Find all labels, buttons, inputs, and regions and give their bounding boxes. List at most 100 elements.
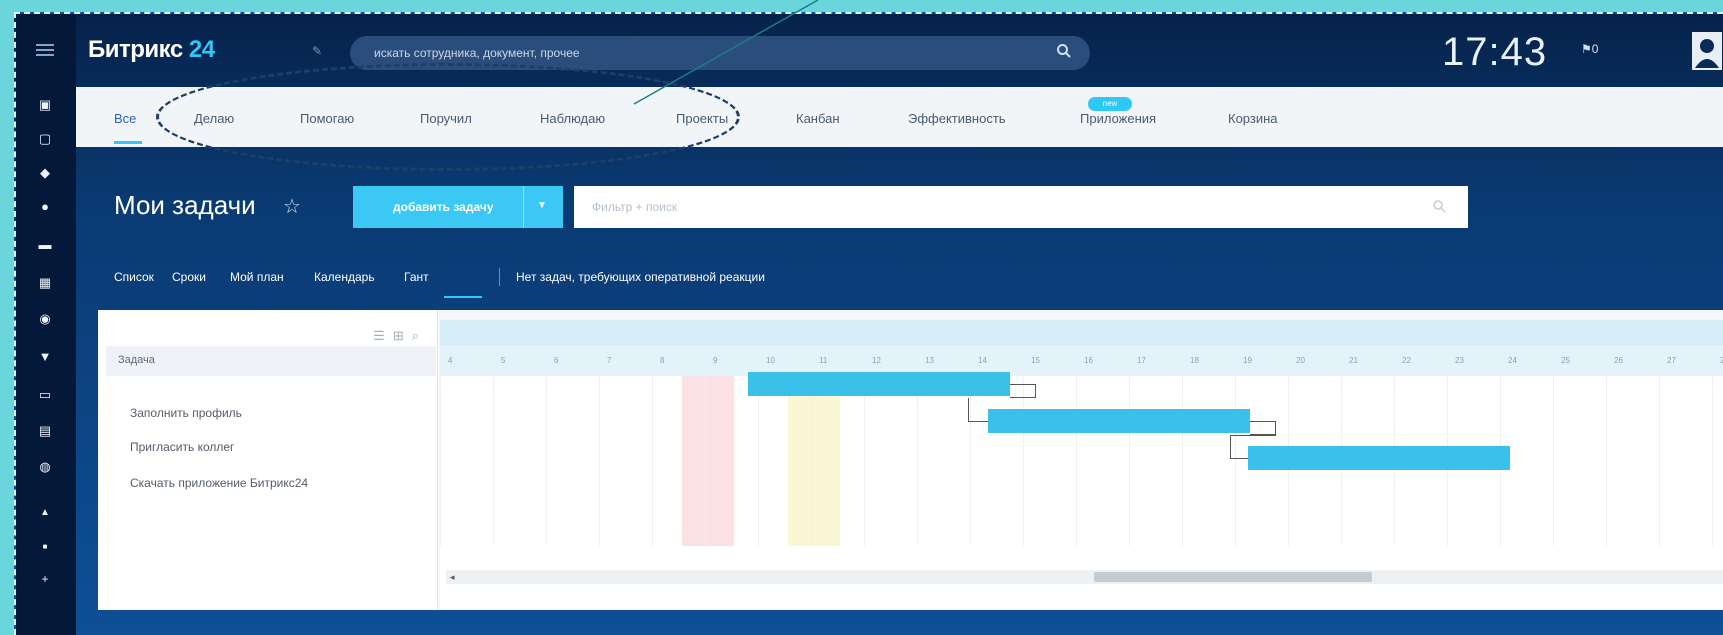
- filter-icon[interactable]: ▼: [37, 350, 53, 364]
- view-divider: [499, 268, 500, 286]
- day-label: 24: [1508, 356, 1517, 365]
- chevron-down-icon[interactable]: ▼: [537, 200, 547, 211]
- add-task-button[interactable]: добавить задачу ▼: [353, 186, 563, 228]
- dependency-link: [1230, 435, 1276, 436]
- logo-number: 24: [188, 36, 215, 63]
- calendar-icon[interactable]: ▦: [37, 276, 53, 290]
- view-my-plan[interactable]: Мой план: [230, 270, 284, 284]
- notifications-count: 0: [1591, 42, 1599, 56]
- dependency-link: [1230, 435, 1248, 459]
- disk-icon[interactable]: ▬: [37, 238, 53, 252]
- gantt-timeline: 4 5 6 7 8 9 10 11 12 13 14 15 16 17 18 19 20 21 22 23 24 25 26…: [440, 320, 1723, 610]
- day-gridline: [1129, 376, 1130, 546]
- day-gridline: [1553, 376, 1554, 546]
- day-label: 26: [1614, 356, 1623, 365]
- groups-icon[interactable]: ●: [37, 200, 53, 214]
- dot-icon[interactable]: ■: [37, 540, 53, 554]
- mail-icon[interactable]: ▭: [37, 388, 53, 402]
- day-label: 5: [501, 356, 506, 365]
- day-label: 11: [819, 356, 828, 365]
- scrollbar-thumb[interactable]: [1094, 572, 1372, 582]
- star-icon[interactable]: ☆: [283, 194, 301, 219]
- left-rail: ▣ ▢ ◆ ● ▬ ▦ ◉ ▼ ▭ ▤ ◍ ▲ ■ +: [16, 14, 76, 635]
- day-gridline: [705, 376, 706, 546]
- day-gridline: [917, 376, 918, 546]
- day-label: 16: [1084, 356, 1093, 365]
- user-icon[interactable]: ▲: [37, 506, 53, 520]
- settings-icon[interactable]: ◍: [37, 460, 53, 474]
- view-list[interactable]: Список: [114, 270, 154, 284]
- dependency-link: [968, 398, 988, 422]
- filter-search-input[interactable]: Фильтр + поиск: [574, 186, 1468, 228]
- gantt-scrollbar[interactable]: ◂: [446, 570, 1723, 584]
- columns-icon[interactable]: ☰: [373, 328, 393, 343]
- timeline-month-row: [440, 320, 1723, 346]
- search-icon[interactable]: [1432, 199, 1446, 213]
- tab-applications[interactable]: Приложения: [1080, 111, 1156, 126]
- pencil-icon[interactable]: ✎: [312, 44, 324, 58]
- task-bar[interactable]: [748, 372, 1010, 396]
- day-gridline: [599, 376, 600, 546]
- day-label: 13: [925, 356, 934, 365]
- day-gridline: [440, 376, 441, 546]
- gantt-toolbar: ☰⊞⌕: [373, 328, 427, 344]
- logo[interactable]: Битрикс 24: [88, 36, 215, 64]
- tab-active-indicator: [114, 141, 142, 144]
- day-gridline: [493, 376, 494, 546]
- view-gantt[interactable]: Гант: [404, 270, 429, 284]
- day-gridline: [1712, 376, 1713, 546]
- day-label: 21: [1349, 356, 1358, 365]
- dependency-link: [1010, 384, 1036, 398]
- clock-icon[interactable]: ◉: [37, 312, 53, 326]
- tab-trash[interactable]: Корзина: [1228, 111, 1278, 126]
- tab-kanban[interactable]: Канбан: [796, 111, 840, 126]
- chat-icon[interactable]: ◆: [37, 166, 53, 180]
- button-divider: [523, 186, 524, 228]
- tab-efficiency[interactable]: Эффективность: [908, 111, 1006, 126]
- urgent-tasks-note[interactable]: Нет задач, требующих оперативной реакции: [516, 270, 765, 284]
- day-label: 27: [1667, 356, 1676, 365]
- gantt-task-list: ☰⊞⌕ Задача Заполнить профиль Пригласить …: [98, 310, 438, 610]
- task-name[interactable]: Скачать приложение Битрикс24: [130, 476, 308, 490]
- day-gridline: [1659, 376, 1660, 546]
- notifications-counter[interactable]: ⚑0: [1581, 42, 1598, 56]
- day-label: 6: [554, 356, 559, 365]
- user-avatar-icon[interactable]: [1692, 32, 1722, 70]
- day-label: 20: [1296, 356, 1305, 365]
- day-label: 10: [766, 356, 775, 365]
- new-badge: new: [1088, 97, 1132, 111]
- task-bar[interactable]: [1248, 446, 1510, 470]
- task-name[interactable]: Пригласить коллег: [130, 440, 234, 454]
- page-title: Мои задачи: [114, 190, 256, 220]
- day-label: 15: [1031, 356, 1040, 365]
- day-gridline: [546, 376, 547, 546]
- day-label: 7: [607, 356, 612, 365]
- gantt-chart: ☰⊞⌕ Задача Заполнить профиль Пригласить …: [98, 310, 1723, 610]
- highlight-ellipse: [156, 63, 740, 171]
- day-label: 17: [1137, 356, 1146, 365]
- task-name[interactable]: Заполнить профиль: [130, 406, 242, 420]
- day-gridline: [1606, 376, 1607, 546]
- tab-all[interactable]: Все: [114, 111, 136, 126]
- day-gridline: [1182, 376, 1183, 546]
- live-feed-icon[interactable]: ▣: [37, 98, 53, 112]
- view-calendar[interactable]: Календарь: [314, 270, 375, 284]
- day-gridline: [1235, 376, 1236, 546]
- task-column-header: Задача: [106, 346, 436, 376]
- day-gridline: [758, 376, 759, 546]
- search-placeholder: искать сотрудника, документ, прочее: [374, 46, 580, 60]
- day-label: 14: [978, 356, 987, 365]
- add-icon[interactable]: +: [37, 572, 53, 586]
- zoom-icon[interactable]: ⊞: [393, 328, 412, 343]
- day-gridline: [1076, 376, 1077, 546]
- timeline-day-row: [440, 346, 1723, 376]
- day-label: 25: [1561, 356, 1570, 365]
- scroll-left-icon[interactable]: ◂: [450, 572, 455, 583]
- tasks-icon[interactable]: ▢: [37, 132, 53, 146]
- menu-icon[interactable]: [36, 44, 54, 56]
- view-deadlines[interactable]: Сроки: [172, 270, 206, 284]
- flag-icon: ⚑: [1581, 42, 1592, 56]
- search-icon[interactable]: ⌕: [412, 328, 427, 343]
- crm-icon[interactable]: ▤: [37, 424, 53, 438]
- search-icon[interactable]: [1056, 43, 1072, 59]
